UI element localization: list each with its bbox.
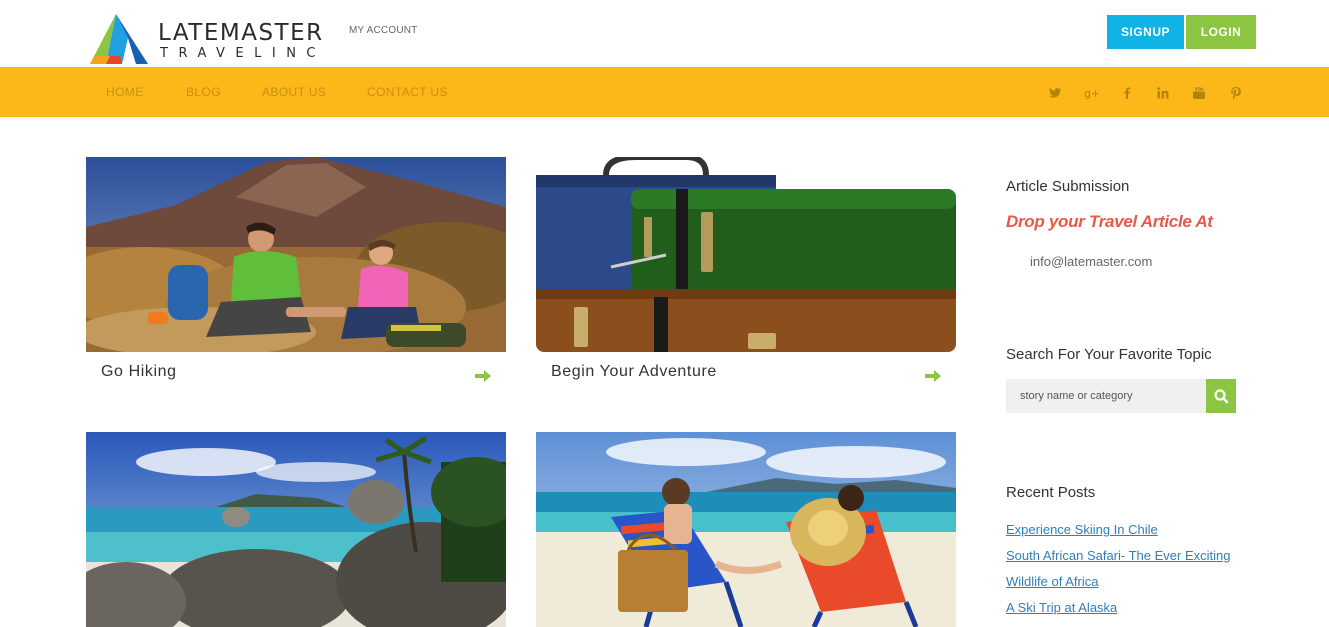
- svg-text:g+: g+: [1084, 87, 1098, 100]
- arrow-right-icon[interactable]: [474, 369, 492, 383]
- main-nav: HOME BLOG ABOUT US CONTACT US g+: [0, 67, 1329, 117]
- linkedin-icon[interactable]: [1156, 86, 1170, 100]
- card-title[interactable]: Go Hiking: [101, 363, 177, 381]
- twitter-icon[interactable]: [1048, 86, 1062, 100]
- nav-item-contact-us[interactable]: CONTACT US: [367, 85, 448, 99]
- youtube-icon[interactable]: [1192, 86, 1206, 100]
- article-submission-heading: Article Submission: [1006, 178, 1130, 195]
- pinterest-icon[interactable]: [1229, 86, 1243, 100]
- logo-tagline: TRAVELINC: [160, 46, 326, 61]
- login-button[interactable]: LOGIN: [1186, 15, 1256, 49]
- site-header: LATEMASTER TRAVELINC MY ACCOUNT SIGNUP L…: [0, 0, 1329, 67]
- google-plus-icon[interactable]: g+: [1084, 86, 1098, 100]
- card-image-hiking[interactable]: [86, 157, 506, 352]
- arrow-right-icon[interactable]: [924, 369, 942, 383]
- recent-posts-heading: Recent Posts: [1006, 484, 1096, 501]
- my-account-link[interactable]: MY ACCOUNT: [349, 25, 418, 36]
- card-image-beach-chairs[interactable]: [536, 432, 956, 627]
- card-image-adventure[interactable]: [536, 157, 956, 352]
- recent-post-link[interactable]: Wildlife of Africa: [1006, 574, 1098, 589]
- facebook-icon[interactable]: [1120, 86, 1134, 100]
- submission-email[interactable]: info@latemaster.com: [1030, 254, 1152, 269]
- search-icon: [1214, 389, 1229, 404]
- nav-item-home[interactable]: HOME: [106, 85, 144, 99]
- recent-post-link[interactable]: Experience Skiing In Chile: [1006, 522, 1158, 537]
- tropical-beach-image: [86, 432, 506, 627]
- card-title[interactable]: Begin Your Adventure: [551, 363, 717, 381]
- search-button[interactable]: [1206, 379, 1236, 413]
- nav-item-about-us[interactable]: ABOUT US: [262, 85, 326, 99]
- suitcases-image: [536, 157, 956, 352]
- beach-chairs-image: [536, 432, 956, 627]
- drop-article-text: Drop your Travel Article At: [1006, 212, 1213, 231]
- search-input[interactable]: [1006, 379, 1206, 413]
- search-heading: Search For Your Favorite Topic: [1006, 346, 1212, 363]
- nav-item-blog[interactable]: BLOG: [186, 85, 221, 99]
- site-logo[interactable]: LATEMASTER TRAVELINC: [86, 14, 326, 66]
- logo-title: LATEMASTER: [158, 20, 324, 46]
- recent-post-link[interactable]: A Ski Trip at Alaska: [1006, 600, 1117, 615]
- hikers-image: [86, 157, 506, 352]
- signup-button[interactable]: SIGNUP: [1107, 15, 1184, 49]
- recent-post-link[interactable]: South African Safari- The Ever Exciting: [1006, 548, 1230, 563]
- card-image-beach-rocks[interactable]: [86, 432, 506, 627]
- logo-mark-icon: [90, 14, 148, 64]
